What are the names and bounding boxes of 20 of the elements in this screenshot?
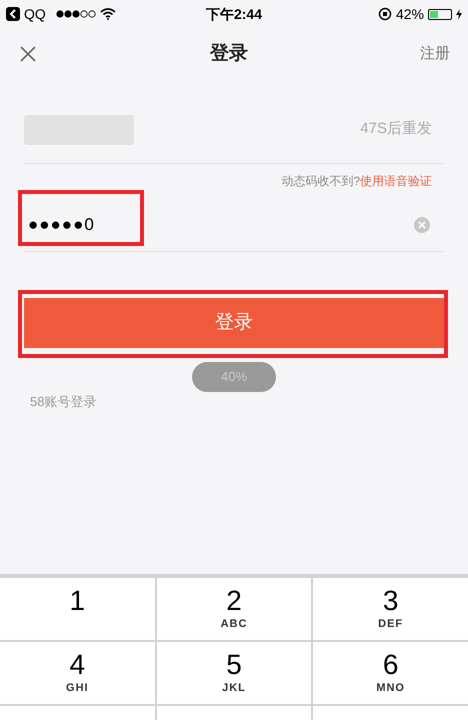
charging-icon bbox=[456, 8, 462, 20]
battery-percentage: 42% bbox=[396, 4, 424, 24]
keypad-key[interactable]: 4 GHI bbox=[0, 642, 155, 704]
keypad-key[interactable]: 2 ABC bbox=[156, 578, 312, 640]
back-app-label[interactable]: QQ bbox=[24, 4, 46, 24]
voice-verification-hint: 动态码收不到?使用语音验证 bbox=[281, 173, 432, 190]
close-button[interactable] bbox=[18, 44, 38, 64]
keypad-key[interactable]: 3 DEF bbox=[313, 578, 468, 640]
signal-icon bbox=[56, 10, 96, 18]
back-icon[interactable] bbox=[6, 7, 20, 21]
keypad-key[interactable]: 1 bbox=[0, 578, 155, 640]
keypad-key[interactable]: 5 JKL bbox=[156, 642, 312, 704]
clock-time: 下午2:44 bbox=[206, 6, 262, 22]
code-input-field[interactable]: ●●●●●0 bbox=[24, 212, 95, 238]
keypad-key[interactable]: 6 MNO bbox=[313, 642, 468, 704]
register-link[interactable]: 注册 bbox=[420, 42, 450, 66]
wifi-icon bbox=[100, 8, 116, 20]
page-title: 登录 bbox=[210, 42, 248, 64]
resend-countdown: 47S后重发 bbox=[360, 119, 433, 140]
rotation-lock-icon bbox=[378, 7, 392, 21]
